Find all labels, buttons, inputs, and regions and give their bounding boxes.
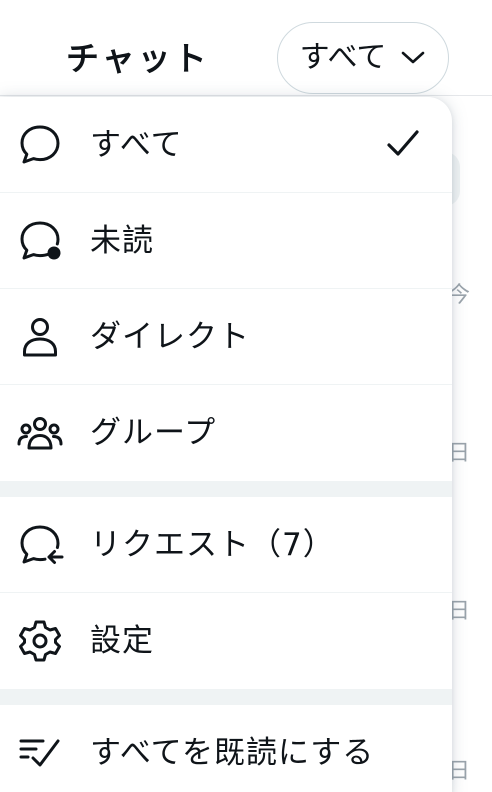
menu-item-settings[interactable]: 設定 [0, 593, 452, 689]
menu-item-all[interactable]: すべて [0, 97, 452, 193]
person-icon [16, 313, 64, 361]
menu-section-separator [0, 481, 452, 497]
menu-item-unread[interactable]: 未読 [0, 193, 452, 289]
filter-menu: すべて 未読 ダイレクト グループ リクエスト（7） 設定 すべてを既読にする [0, 97, 452, 792]
background-timestamp: 今 [448, 283, 471, 308]
chat-bubble-unread-icon [16, 217, 64, 265]
page-title: チャット [66, 39, 210, 78]
background-timestamp: 日 [448, 599, 471, 624]
filter-dropdown-button[interactable]: すべて [277, 22, 449, 94]
menu-item-label: 未読 [90, 223, 154, 259]
menu-item-label: すべて [90, 127, 183, 163]
group-icon [16, 409, 64, 457]
chevron-down-icon [400, 50, 426, 66]
menu-section-separator [0, 689, 452, 705]
chat-page: 今 日 日 日 チャット すべて すべて 未読 ダイレクト グループ リクエスト… [0, 0, 492, 792]
checkmark-icon [386, 127, 420, 161]
menu-item-label: リクエスト（7） [90, 527, 335, 563]
menu-item-label: ダイレクト [90, 319, 250, 355]
gear-icon [16, 617, 64, 665]
background-timestamp: 日 [448, 759, 471, 784]
menu-item-direct[interactable]: ダイレクト [0, 289, 452, 385]
background-timestamp: 日 [448, 441, 471, 466]
mark-all-read-icon [16, 729, 64, 777]
header-divider [0, 95, 492, 96]
menu-item-requests[interactable]: リクエスト（7） [0, 497, 452, 593]
menu-item-mark-all-read[interactable]: すべてを既読にする [0, 705, 452, 792]
menu-item-label: 設定 [90, 623, 154, 659]
filter-label: すべて [299, 40, 387, 75]
chat-bubble-request-icon [16, 521, 64, 569]
menu-item-group[interactable]: グループ [0, 385, 452, 481]
menu-item-label: グループ [90, 415, 217, 451]
chat-bubble-icon [16, 121, 64, 169]
menu-item-label: すべてを既読にする [90, 735, 375, 771]
